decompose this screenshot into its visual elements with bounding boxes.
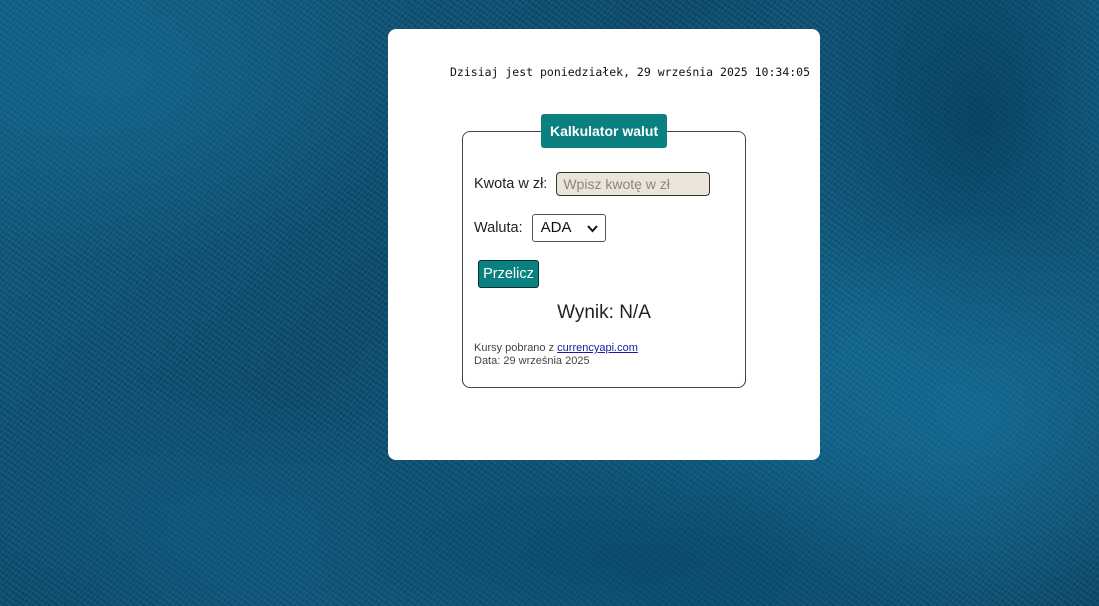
amount-input[interactable] xyxy=(556,172,711,196)
result-text: Wynik: N/A xyxy=(557,302,651,323)
rates-date: Data: 29 września 2025 xyxy=(474,355,590,367)
currency-selected-value: ADA xyxy=(540,219,572,236)
chevron-down-icon xyxy=(586,216,598,252)
source-link[interactable]: currencyapi.com xyxy=(557,342,638,354)
currency-calculator: Kalkulator walut Kwota w zł: Waluta: ADA… xyxy=(462,114,746,388)
source-prefix: Kursy pobrano z xyxy=(474,342,555,354)
calculator-title: Kalkulator walut xyxy=(541,114,668,148)
currency-row: Waluta: ADA xyxy=(474,214,606,242)
convert-button[interactable]: Przelicz xyxy=(478,260,539,288)
rates-source-note: Kursy pobrano z currencyapi.com Data: 29… xyxy=(474,342,638,368)
currency-label: Waluta: xyxy=(474,220,523,236)
main-card: Dzisiaj jest poniedziałek, 29 września 2… xyxy=(388,29,820,460)
date-time-display: Dzisiaj jest poniedziałek, 29 września 2… xyxy=(450,65,811,79)
amount-label: Kwota w zł: xyxy=(474,176,548,192)
currency-select[interactable]: ADA xyxy=(531,214,606,242)
amount-row: Kwota w zł: xyxy=(474,172,711,196)
